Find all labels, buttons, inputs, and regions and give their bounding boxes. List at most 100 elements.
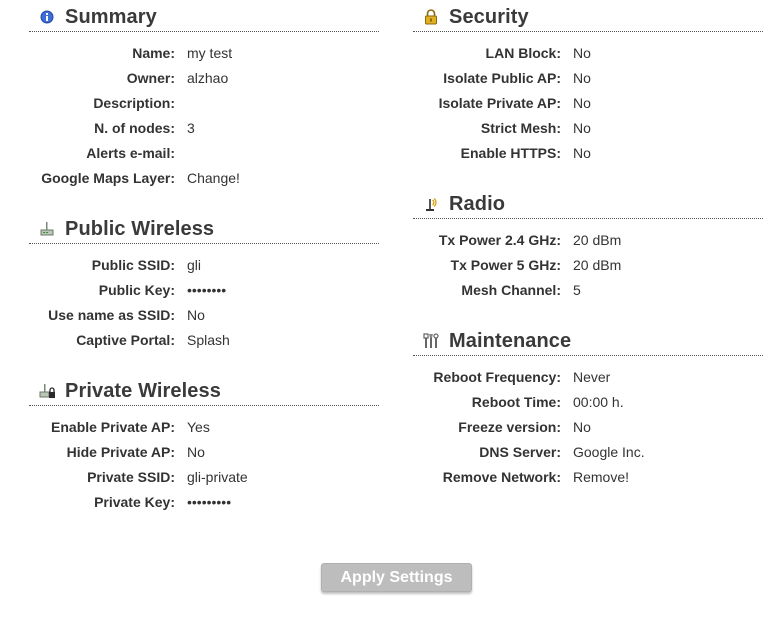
- summary-row-owner: Owner: alzhao: [29, 65, 379, 90]
- public-wireless-title: Public Wireless: [65, 218, 215, 240]
- row-value: No: [187, 443, 205, 460]
- security-row-https: Enable HTTPS: No: [413, 140, 763, 165]
- row-label: Public SSID:: [91, 256, 175, 273]
- row-value: Splash: [187, 331, 230, 348]
- row-value: my test: [187, 44, 233, 61]
- maintenance-header: Maintenance: [413, 329, 763, 356]
- row-label: Hide Private AP:: [66, 443, 175, 460]
- row-value: No: [573, 44, 591, 61]
- summary-header: Summary: [29, 5, 379, 32]
- row-value: Google Inc.: [573, 443, 645, 460]
- row-label: Owner:: [126, 69, 175, 86]
- row-value: 20 dBm: [573, 231, 622, 248]
- row-label: Private Key:: [94, 493, 175, 510]
- row-label: Public Key:: [98, 281, 175, 298]
- row-value: ••••••••: [187, 281, 227, 298]
- row-label: Strict Mesh:: [480, 119, 561, 136]
- public-row-ssid: Public SSID: gli: [29, 252, 379, 277]
- row-label: Reboot Frequency:: [433, 368, 561, 385]
- public-wireless-section: Public Wireless Public SSID: gli Public K…: [29, 217, 379, 352]
- summary-section: Summary Name: my test Owner: alzhao Descri…: [29, 5, 379, 190]
- row-value: No: [573, 69, 591, 86]
- public-row-captive-portal: Captive Portal: Splash: [29, 327, 379, 352]
- lock-icon: [423, 9, 439, 25]
- security-row-lan-block: LAN Block: No: [413, 40, 763, 65]
- row-label: DNS Server:: [479, 443, 561, 460]
- summary-row-description: Description:: [29, 90, 379, 115]
- maintenance-row-dns-server: DNS Server: Google Inc.: [413, 439, 763, 464]
- row-value: Never: [573, 368, 611, 385]
- private-row-enable: Enable Private AP: Yes: [29, 414, 379, 439]
- radio-title: Radio: [449, 193, 506, 215]
- radio-section: Radio Tx Power 2.4 GHz: 20 dBm Tx Power 5…: [413, 192, 763, 302]
- row-label: Freeze version:: [458, 418, 561, 435]
- row-label: Description:: [93, 94, 175, 111]
- remove-network-link[interactable]: Remove!: [573, 469, 629, 485]
- maintenance-row-freeze-version: Freeze version: No: [413, 414, 763, 439]
- private-wireless-section: Private Wireless Enable Private AP: Yes H…: [29, 379, 379, 514]
- row-value: •••••••••: [187, 493, 232, 510]
- row-label: LAN Block:: [485, 44, 561, 61]
- summary-row-name: Name: my test: [29, 40, 379, 65]
- row-value: 20 dBm: [573, 256, 622, 273]
- summary-row-maps-layer: Google Maps Layer: Change!: [29, 165, 379, 190]
- private-row-key: Private Key: •••••••••: [29, 489, 379, 514]
- row-label: Mesh Channel:: [461, 281, 561, 298]
- private-row-hide: Hide Private AP: No: [29, 439, 379, 464]
- locked-router-icon: [39, 383, 55, 399]
- summary-title: Summary: [65, 6, 157, 28]
- row-value: gli: [187, 256, 202, 273]
- row-value: No: [573, 418, 591, 435]
- private-wireless-title: Private Wireless: [65, 380, 221, 402]
- row-label: N. of nodes:: [94, 119, 175, 136]
- row-label: Enable HTTPS:: [460, 144, 561, 161]
- row-value: gli-private: [187, 468, 248, 485]
- radio-row-mesh-channel: Mesh Channel: 5: [413, 277, 763, 302]
- row-value: No: [573, 144, 591, 161]
- row-value: No: [187, 306, 205, 323]
- row-value: 5: [573, 281, 581, 298]
- maintenance-section: Maintenance Reboot Frequency: Never Reboo…: [413, 329, 763, 489]
- row-label: Name:: [132, 44, 175, 61]
- maintenance-row-reboot-time: Reboot Time: 00:00 h.: [413, 389, 763, 414]
- radio-header: Radio: [413, 192, 763, 219]
- row-label: Isolate Public AP:: [443, 69, 561, 86]
- maintenance-row-reboot-frequency: Reboot Frequency: Never: [413, 364, 763, 389]
- row-label: Tx Power 2.4 GHz:: [438, 231, 561, 248]
- row-label: Google Maps Layer:: [41, 169, 175, 186]
- apply-settings-button[interactable]: Apply Settings: [321, 563, 472, 592]
- security-row-isolate-public: Isolate Public AP: No: [413, 65, 763, 90]
- tools-icon: [423, 333, 439, 349]
- row-label: Tx Power 5 GHz:: [450, 256, 561, 273]
- row-value: 3: [187, 119, 195, 136]
- row-label: Private SSID:: [87, 468, 175, 485]
- info-icon: [39, 9, 55, 25]
- row-label: Enable Private AP:: [51, 418, 175, 435]
- private-row-ssid: Private SSID: gli-private: [29, 464, 379, 489]
- row-label: Reboot Time:: [471, 393, 561, 410]
- change-maps-layer-link[interactable]: Change!: [187, 170, 240, 186]
- row-label: Remove Network:: [442, 468, 561, 485]
- row-label: Captive Portal:: [76, 331, 175, 348]
- maintenance-row-remove-network: Remove Network: Remove!: [413, 464, 763, 489]
- public-row-use-name: Use name as SSID: No: [29, 302, 379, 327]
- security-title: Security: [449, 6, 529, 28]
- security-row-strict-mesh: Strict Mesh: No: [413, 115, 763, 140]
- row-label: Alerts e-mail:: [86, 144, 175, 161]
- summary-row-nodes: N. of nodes: 3: [29, 115, 379, 140]
- wireless-router-icon: [39, 221, 55, 237]
- private-wireless-header: Private Wireless: [29, 379, 379, 406]
- maintenance-title: Maintenance: [449, 330, 572, 352]
- public-row-key: Public Key: ••••••••: [29, 277, 379, 302]
- row-label: Use name as SSID:: [48, 306, 175, 323]
- antenna-icon: [423, 196, 439, 212]
- row-value: No: [573, 94, 591, 111]
- public-wireless-header: Public Wireless: [29, 217, 379, 244]
- radio-row-tx-24: Tx Power 2.4 GHz: 20 dBm: [413, 227, 763, 252]
- radio-row-tx-5: Tx Power 5 GHz: 20 dBm: [413, 252, 763, 277]
- row-value: alzhao: [187, 69, 229, 86]
- row-label: Isolate Private AP:: [438, 94, 561, 111]
- summary-row-alerts-email: Alerts e-mail:: [29, 140, 379, 165]
- row-value: No: [573, 119, 591, 136]
- security-row-isolate-private: Isolate Private AP: No: [413, 90, 763, 115]
